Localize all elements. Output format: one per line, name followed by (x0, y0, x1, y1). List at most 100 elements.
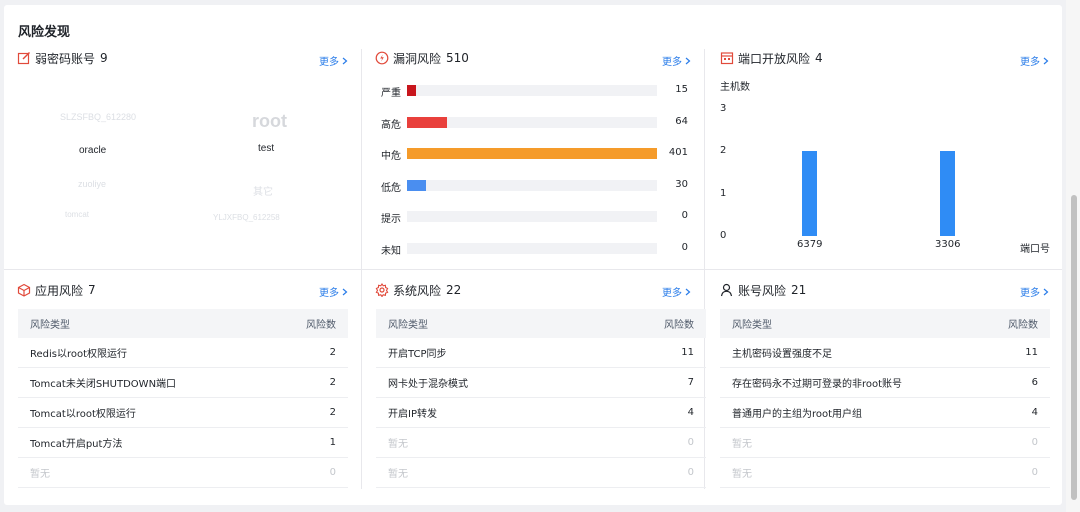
table-row[interactable]: Tomcat以root权限运行 2 (18, 398, 348, 428)
account-risk-header: 账号风险 21 (720, 280, 806, 300)
table-row[interactable]: 开启IP转发 4 (376, 398, 706, 428)
word-cloud-item: 其它 (253, 187, 273, 198)
y-tick-label: 3 (720, 103, 727, 114)
row-value: 0 (687, 467, 694, 478)
port-bar[interactable] (801, 151, 817, 236)
vuln-bar-track (407, 85, 657, 96)
port-bar[interactable] (939, 151, 955, 236)
table-row[interactable]: Redis以root权限运行 2 (18, 338, 348, 368)
row-name: 开启TCP同步 (388, 349, 447, 360)
vulnerability-more-link[interactable]: 更多 (662, 53, 691, 68)
row-value: 4 (687, 407, 694, 418)
vuln-bar-track (407, 179, 657, 191)
word-cloud-item: tomcat (65, 210, 90, 219)
sys-risk-count: 22 (446, 283, 462, 297)
col-risk-type: 风险类型 (388, 320, 428, 331)
vuln-bar[interactable] (407, 148, 657, 159)
table-row[interactable]: 网卡处于混杂模式 7 (376, 368, 706, 398)
port-y-axis-label: 主机数 (720, 82, 750, 93)
account-risk-table: 风险类型 风险数 主机密码设置强度不足 11 存在密码永不过期可登录的非root账… (720, 309, 1050, 488)
port-x-axis-label: 端口号 (1020, 244, 1050, 255)
vulnerability-header: 漏洞风险 510 (375, 48, 469, 68)
y-tick-label: 1 (720, 187, 727, 199)
table-row-empty: 暂无 0 (376, 458, 706, 488)
row-name: 开启IP转发 (388, 409, 437, 420)
vulnerability-title: 漏洞风险 (393, 51, 442, 66)
table-row[interactable]: Tomcat开启put方法 1 (18, 428, 348, 458)
table-row[interactable]: Tomcat未关闭SHUTDOWN端口 2 (18, 368, 348, 398)
word-cloud-item: zuoliye (78, 179, 107, 189)
row-value: 2 (329, 407, 336, 418)
row-name: Redis以root权限运行 (30, 349, 128, 360)
table-header: 风险类型 风险数 (376, 309, 706, 338)
vuln-bar[interactable] (407, 85, 417, 96)
row-name: 暂无 (388, 439, 408, 450)
col-risk-count: 风险数 (1008, 320, 1038, 331)
row-name: Tomcat以root权限运行 (30, 409, 136, 420)
more-label: 更多 (1020, 288, 1040, 299)
table-header: 风险类型 风险数 (18, 309, 348, 338)
row-value: 0 (329, 467, 336, 478)
weak-password-title: 弱密码账号 (35, 51, 96, 66)
weak-password-more-link[interactable]: 更多 (319, 53, 348, 68)
row-value: 6 (1031, 377, 1038, 388)
port-header: 端口开放风险 4 (720, 48, 823, 68)
account-risk-title: 账号风险 (738, 283, 787, 298)
row-name: Tomcat未关闭SHUTDOWN端口 (30, 379, 177, 390)
port-more-link[interactable]: 更多 (1020, 53, 1049, 68)
y-tick-label: 0 (720, 230, 727, 241)
chevron-right-icon (685, 288, 691, 295)
calendar-port-icon (720, 52, 734, 65)
vuln-bar[interactable] (407, 179, 426, 191)
table-row[interactable]: 开启TCP同步 11 (376, 338, 706, 368)
table-row[interactable]: 主机密码设置强度不足 11 (720, 338, 1050, 368)
row-name: 暂无 (388, 469, 408, 480)
vuln-value-label: 401 (668, 147, 688, 158)
sys-risk-header: 系统风险 22 (375, 280, 461, 300)
chevron-right-icon (342, 57, 348, 64)
cube-icon (17, 283, 31, 297)
more-label: 更多 (319, 57, 339, 68)
table-row-empty: 暂无 0 (720, 428, 1050, 458)
page-title: 风险发现 (18, 25, 71, 40)
table-header: 风险类型 风险数 (720, 309, 1050, 338)
row-name: 主机密码设置强度不足 (732, 349, 832, 360)
x-tick-label: 6379 (797, 239, 823, 250)
chevron-right-icon (342, 288, 348, 295)
row-value: 1 (329, 437, 336, 448)
col-risk-type: 风险类型 (30, 320, 70, 331)
col-risk-type: 风险类型 (732, 320, 772, 331)
alert-shield-icon (375, 51, 389, 65)
more-label: 更多 (319, 288, 339, 299)
row-value: 4 (1031, 407, 1038, 418)
row-value: 7 (687, 377, 694, 388)
scrollbar-thumb[interactable] (1071, 195, 1077, 500)
col-risk-count: 风险数 (664, 320, 694, 331)
vuln-value-label: 64 (675, 115, 688, 127)
table-row-empty: 暂无 0 (18, 458, 348, 488)
row-value: 2 (329, 347, 336, 358)
row-value: 0 (1031, 467, 1038, 478)
app-risk-more-link[interactable]: 更多 (319, 284, 348, 299)
app-risk-table: 风险类型 风险数 Redis以root权限运行 2 Tomcat未关闭SHUTDO… (18, 309, 348, 488)
app-risk-count: 7 (88, 283, 96, 297)
row-name: 暂无 (732, 469, 752, 480)
table-row[interactable]: 存在密码永不过期可登录的非root账号 6 (720, 368, 1050, 398)
col-risk-count: 风险数 (306, 320, 336, 331)
row-name: 暂无 (30, 469, 50, 480)
more-label: 更多 (662, 288, 682, 299)
row-name: 普通用户的主组为root用户组 (732, 409, 863, 420)
edit-icon (17, 52, 30, 65)
table-row[interactable]: 普通用户的主组为root用户组 4 (720, 398, 1050, 428)
app-risk-header: 应用风险 7 (17, 280, 96, 300)
account-risk-more-link[interactable]: 更多 (1020, 284, 1049, 299)
chevron-right-icon (1043, 57, 1049, 64)
vuln-value-label: 30 (675, 178, 688, 190)
vuln-bar[interactable] (407, 116, 447, 128)
gear-icon (375, 283, 389, 297)
vuln-bar-track (407, 148, 657, 159)
word-cloud-item: root (252, 111, 287, 131)
sys-risk-more-link[interactable]: 更多 (662, 284, 691, 299)
more-label: 更多 (1020, 57, 1040, 68)
user-icon (720, 283, 733, 297)
